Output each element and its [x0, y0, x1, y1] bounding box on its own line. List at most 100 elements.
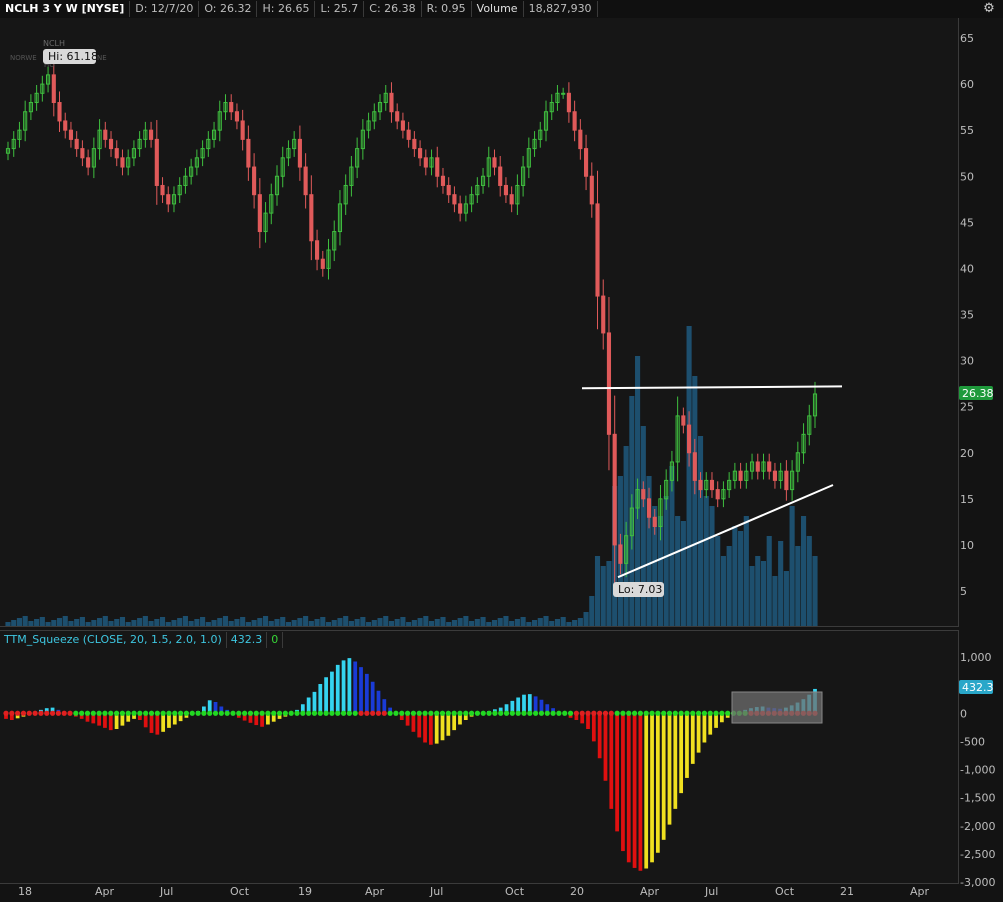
squeeze-dot: [26, 710, 32, 716]
candle: [17, 121, 22, 148]
volume-bar: [423, 616, 429, 626]
candle: [503, 177, 508, 203]
squeeze-dot: [340, 710, 347, 716]
volume-bar: [377, 618, 383, 626]
price-tick-label: 20: [960, 447, 974, 460]
volume-bar: [320, 617, 326, 626]
time-tick-label: 19: [298, 885, 312, 898]
squeeze-dot: [160, 710, 166, 716]
candle: [532, 131, 537, 157]
squeeze-dot: [119, 710, 126, 716]
volume-bar: [549, 621, 555, 626]
candle: [257, 178, 262, 249]
candle: [292, 131, 297, 157]
volume-bar: [16, 618, 23, 626]
time-tick-label: 21: [840, 885, 854, 898]
squeeze-dot: [166, 710, 172, 716]
volume-bar: [772, 576, 778, 626]
histogram-bar: [434, 713, 439, 744]
squeeze-dot: [242, 710, 248, 716]
candle: [372, 103, 377, 130]
squeeze-dot: [67, 710, 73, 716]
squeeze-dot: [707, 710, 713, 716]
volume-bar: [108, 621, 114, 626]
volume-bar: [675, 516, 681, 626]
squeeze-dot: [655, 710, 661, 716]
squeeze-dot: [416, 710, 422, 716]
squeeze-dot: [451, 710, 457, 716]
candle: [34, 85, 39, 111]
squeeze-dot: [393, 710, 399, 716]
candle: [246, 125, 251, 181]
squeeze-dot: [49, 710, 56, 716]
price-tick-label: 10: [960, 539, 974, 552]
time-tick-label: Jul: [704, 885, 718, 898]
candle: [738, 462, 743, 489]
low-marker-label: Lo: 7.03: [618, 583, 662, 596]
volume-bar: [577, 618, 583, 626]
last-price-label: 26.38: [962, 387, 994, 400]
candle: [578, 119, 583, 160]
squeeze-dot: [556, 710, 562, 716]
candle: [538, 121, 543, 148]
candle: [171, 186, 177, 213]
squeeze-dot: [131, 710, 137, 716]
candle: [332, 220, 337, 262]
squeeze-dot: [725, 710, 731, 716]
time-tick-label: Apr: [365, 885, 385, 898]
squeeze-dot: [148, 710, 155, 716]
squeeze-dot: [154, 710, 160, 716]
histogram-bar: [626, 713, 631, 863]
volume-bar: [148, 621, 154, 626]
candle: [406, 121, 411, 148]
candle: [526, 137, 531, 179]
squeeze-dot: [271, 710, 277, 716]
volume-bar: [663, 496, 669, 626]
candle: [355, 137, 360, 179]
volume-bar: [497, 618, 503, 626]
indicator-study-label[interactable]: TTM_Squeeze (CLOSE, 20, 1.5, 2.0, 1.0): [0, 632, 227, 648]
volume-bar: [806, 536, 812, 626]
candle: [721, 481, 726, 508]
price-tick-label: 15: [960, 493, 974, 506]
volume-bar: [308, 621, 314, 626]
price-tick-label: 45: [960, 216, 974, 229]
candle: [807, 404, 812, 446]
histogram-bar: [155, 713, 160, 735]
squeeze-dot: [608, 710, 614, 716]
candle: [755, 453, 760, 480]
squeeze-dot: [143, 710, 149, 716]
squeeze-dot: [597, 710, 603, 716]
squeeze-dot: [579, 710, 585, 716]
squeeze-dot: [306, 710, 312, 716]
squeeze-dot: [690, 710, 696, 716]
squeeze-dot: [253, 710, 259, 716]
squeeze-dot: [684, 710, 690, 716]
candle: [515, 174, 520, 215]
squeeze-dot: [352, 710, 358, 716]
volume-bar: [388, 621, 395, 626]
squeeze-dot: [492, 710, 498, 716]
squeeze-dot: [358, 710, 364, 716]
candle: [412, 131, 417, 157]
volume-bar: [291, 620, 297, 626]
histogram-bar: [423, 713, 427, 743]
volume-bar: [56, 618, 63, 626]
price-tick-label: 65: [960, 32, 974, 45]
volume-bar: [51, 620, 57, 626]
volume-bar: [503, 616, 509, 626]
volume-bar: [406, 622, 412, 626]
squeeze-dot: [562, 710, 568, 716]
squeeze-dot: [102, 710, 108, 716]
candle: [492, 149, 497, 176]
candle: [183, 167, 188, 194]
candle: [801, 423, 806, 464]
squeeze-dot: [172, 710, 178, 716]
candle: [423, 149, 428, 176]
resistance-trendline[interactable]: [581, 385, 843, 390]
candle: [715, 481, 720, 508]
volume-bar: [703, 496, 709, 626]
indicator-tick-label: -1,500: [960, 792, 995, 805]
candle: [206, 131, 211, 157]
candle: [154, 120, 159, 205]
